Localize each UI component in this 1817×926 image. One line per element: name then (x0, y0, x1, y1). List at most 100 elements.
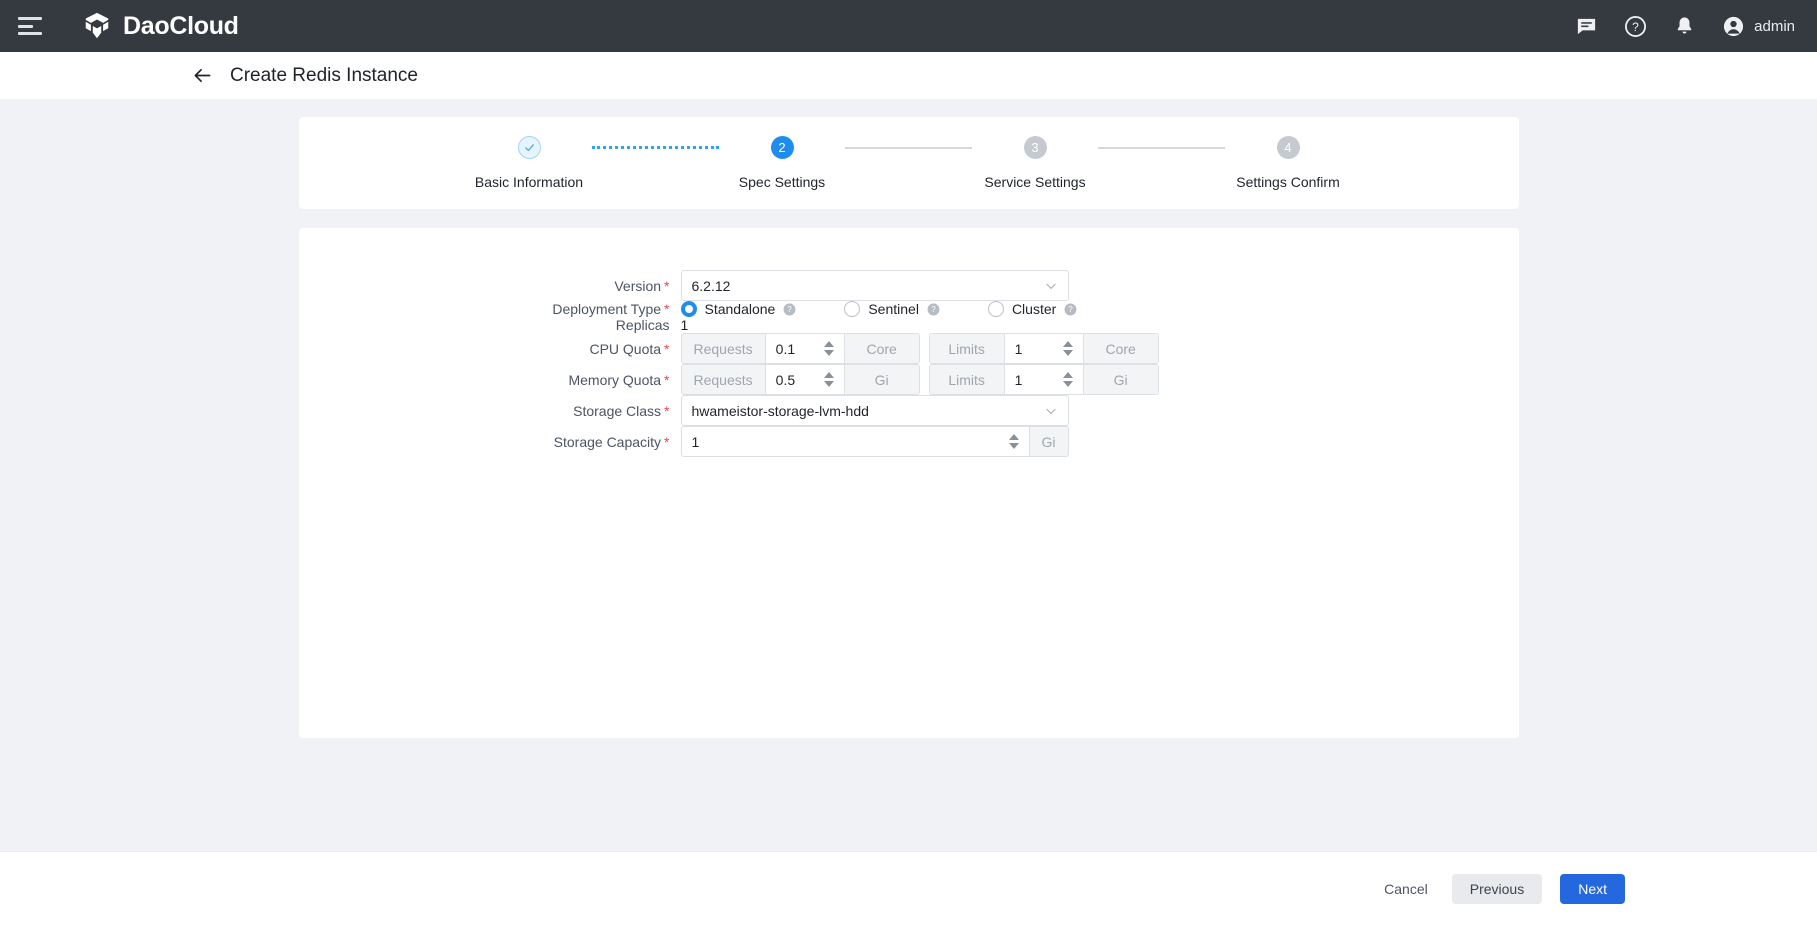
replicas-value: 1 (680, 317, 689, 333)
cpu-limits-stepper[interactable] (1059, 341, 1077, 356)
stepper-down-icon[interactable] (823, 350, 834, 356)
memory-requests-group: Requests 0.5 Gi (680, 364, 920, 395)
cpu-requests-stepper[interactable] (820, 341, 838, 356)
step-settings-confirm[interactable]: 4 Settings Confirm (1225, 136, 1351, 190)
form-footer-actions: Cancel Previous Next (0, 851, 1817, 926)
version-field: 6.2.12 (680, 270, 1069, 301)
cpu-limits-box: Limits 1 Core (928, 333, 1159, 364)
spec-settings-form-card: Version * 6.2.12 Deployment Type * Stand… (298, 228, 1519, 738)
form-row-version: Version * 6.2.12 (299, 270, 1519, 301)
required-marker: * (664, 277, 670, 294)
version-select-value: 6.2.12 (691, 277, 731, 294)
step-2-label: Spec Settings (738, 174, 826, 190)
step-basic-information[interactable]: Basic Information (466, 136, 592, 190)
step-spec-settings[interactable]: 2 Spec Settings (719, 136, 845, 190)
chat-icon[interactable] (1575, 15, 1598, 38)
radio-sentinel-label: Sentinel (868, 301, 919, 317)
stepper-down-icon[interactable] (823, 381, 834, 387)
replicas-field: 1 (681, 317, 689, 333)
cpu-requests-value: 0.1 (775, 340, 796, 357)
radio-sentinel[interactable]: Sentinel ? (844, 301, 940, 317)
memory-requests-input[interactable]: 0.5 (765, 365, 844, 394)
stepper-up-icon[interactable] (823, 341, 834, 347)
storage-class-select-value: hwameistor-storage-lvm-hdd (691, 402, 869, 419)
radio-cluster[interactable]: Cluster ? (987, 301, 1077, 317)
form-row-replicas: Replicas 1 (299, 317, 1519, 333)
help-tooltip-icon[interactable]: ? (927, 303, 940, 316)
stepper-down-icon[interactable] (1008, 443, 1019, 449)
back-arrow-icon[interactable] (193, 66, 212, 85)
step-4-circle: 4 (1276, 136, 1300, 159)
step-service-settings[interactable]: 3 Service Settings (972, 136, 1098, 190)
cpu-requests-addon: Requests (681, 334, 766, 363)
form-row-cpu-quota: CPU Quota * Requests 0.1 Core Limits 1 C… (299, 333, 1519, 364)
check-icon (524, 144, 534, 152)
user-account-menu[interactable]: admin (1722, 15, 1795, 38)
bell-notification-icon[interactable] (1673, 15, 1696, 38)
required-marker: * (664, 433, 670, 450)
stepper-up-icon[interactable] (1062, 341, 1073, 347)
version-select[interactable]: 6.2.12 (680, 270, 1069, 301)
radio-standalone-mark (680, 301, 697, 317)
required-marker: * (664, 340, 670, 357)
memory-requests-unit: Gi (843, 365, 919, 394)
memory-requests-addon: Requests (681, 365, 766, 394)
help-circle-icon[interactable]: ? (1624, 15, 1647, 38)
cancel-button[interactable]: Cancel (1378, 874, 1434, 904)
page-header: Create Redis Instance (0, 52, 1817, 99)
memory-requests-stepper[interactable] (820, 372, 838, 387)
storage-capacity-stepper[interactable] (1005, 434, 1023, 449)
stepper-up-icon[interactable] (1008, 434, 1019, 440)
cpu-limits-unit: Core (1082, 334, 1158, 363)
svg-text:?: ? (931, 305, 936, 314)
stepper-up-icon[interactable] (823, 372, 834, 378)
storage-capacity-field: 1 Gi (680, 426, 1069, 457)
help-tooltip-icon[interactable]: ? (783, 303, 796, 316)
stepper-card: Basic Information 2 Spec Settings 3 Serv… (298, 117, 1519, 209)
stepper-up-icon[interactable] (1062, 372, 1073, 378)
memory-quota-field: Requests 0.5 Gi Limits 1 Gi (680, 364, 1159, 395)
svg-text:?: ? (788, 305, 793, 314)
storage-capacity-label: Storage Capacity * (553, 433, 670, 450)
step-1-label: Basic Information (474, 174, 584, 190)
stepper-down-icon[interactable] (1062, 350, 1073, 356)
required-marker: * (664, 371, 670, 388)
step-3-circle: 3 (1023, 136, 1047, 159)
cpu-requests-input[interactable]: 0.1 (765, 334, 844, 363)
radio-cluster-label: Cluster (1011, 301, 1057, 317)
chevron-down-icon (1045, 283, 1056, 289)
help-tooltip-icon[interactable]: ? (1064, 303, 1077, 316)
next-button[interactable]: Next (1560, 874, 1625, 904)
deployment-type-field: Standalone ? Sentinel ? Cluster ? (680, 301, 1078, 317)
chevron-down-icon (1045, 408, 1056, 414)
storage-capacity-input[interactable]: 1 (680, 426, 1029, 457)
user-avatar-icon (1724, 16, 1744, 36)
memory-requests-value: 0.5 (775, 371, 796, 388)
cpu-limits-input[interactable]: 1 (1004, 334, 1083, 363)
username-label: admin (1754, 17, 1795, 35)
step-4-label: Settings Confirm (1236, 174, 1340, 190)
step-connector-1 (592, 136, 719, 159)
radio-standalone[interactable]: Standalone ? (680, 301, 797, 317)
memory-limits-stepper[interactable] (1059, 372, 1077, 387)
memory-limits-input[interactable]: 1 (1004, 365, 1083, 394)
topbar-actions: ? admin (1575, 15, 1795, 38)
form-row-storage-class: Storage Class * hwameistor-storage-lvm-hd… (299, 395, 1519, 426)
cpu-quota-label: CPU Quota * (589, 340, 670, 357)
radio-standalone-label: Standalone (704, 301, 776, 317)
required-marker: * (664, 301, 670, 317)
brand-logo-group[interactable]: DaoCloud (82, 11, 239, 41)
svg-text:?: ? (1069, 305, 1074, 314)
radio-cluster-mark (987, 301, 1004, 317)
hamburger-menu-icon[interactable] (18, 17, 42, 35)
memory-limits-group: Limits 1 Gi (928, 364, 1159, 395)
memory-limits-value: 1 (1014, 371, 1023, 388)
step-connector-3 (1098, 136, 1225, 159)
cpu-limits-group: Limits 1 Core (928, 333, 1159, 364)
storage-class-select[interactable]: hwameistor-storage-lvm-hdd (680, 395, 1069, 426)
stepper-down-icon[interactable] (1062, 381, 1073, 387)
step-3-label: Service Settings (984, 174, 1086, 190)
memory-quota-label: Memory Quota * (568, 371, 670, 388)
previous-button[interactable]: Previous (1451, 874, 1543, 904)
cpu-requests-box: Requests 0.1 Core (680, 333, 920, 364)
